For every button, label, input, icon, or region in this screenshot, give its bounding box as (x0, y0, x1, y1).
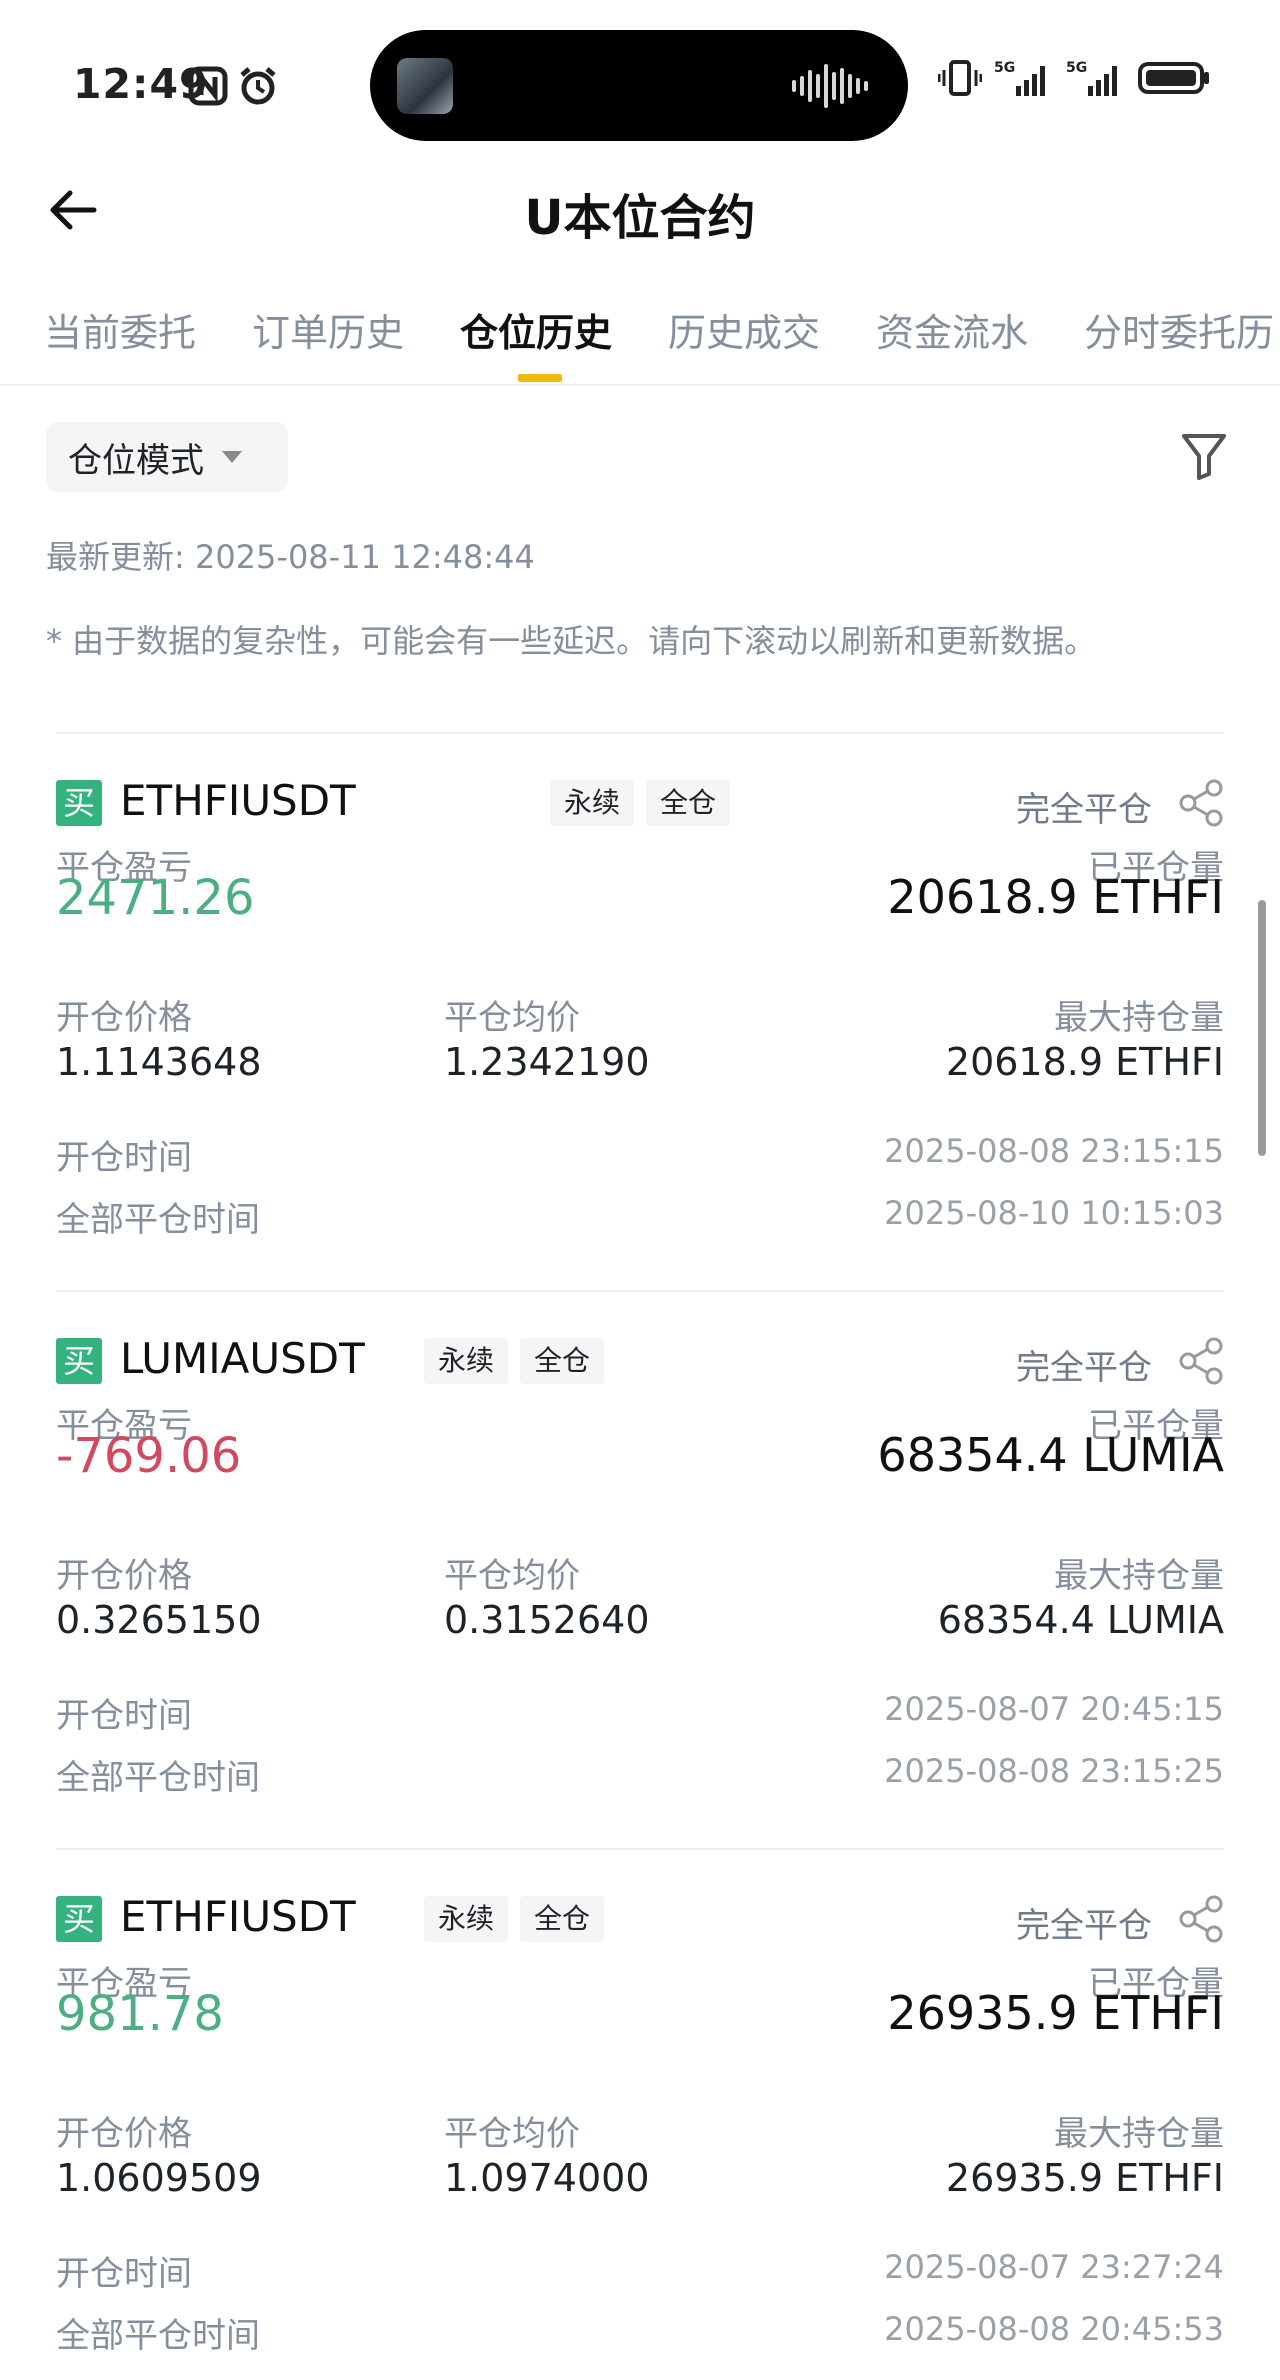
realized-pnl: 2471.26 (56, 870, 255, 926)
disclaimer-note: * 由于数据的复杂性，可能会有一些延迟。请向下滚动以刷新和更新数据。 (46, 622, 1097, 660)
signal-5g-icon: 5G (994, 60, 1045, 96)
margin-mode-tag: 全仓 (646, 780, 731, 826)
share-icon[interactable] (1178, 778, 1224, 828)
svg-text:5G: 5G (994, 60, 1015, 76)
open-price: 1.1143648 (56, 1040, 262, 1084)
close-time-label: 全部平仓时间 (56, 1758, 260, 1798)
closed-qty: 20618.9 ETHFI (887, 870, 1224, 924)
max-qty-label: 最大持仓量 (1054, 1556, 1224, 1596)
side-badge: 买 (56, 1896, 102, 1942)
close-avg-label: 平仓均价 (444, 2114, 580, 2154)
close-avg-price: 0.3152640 (444, 1598, 650, 1642)
contract-type-tag: 永续 (424, 1896, 509, 1942)
page-title: U本位合约 (524, 190, 756, 246)
media-thumbnail (397, 58, 453, 114)
tab-open-orders[interactable]: 当前委托 (44, 302, 196, 357)
share-icon[interactable] (1178, 1894, 1224, 1944)
position-card[interactable]: 买 ETHFIUSDT 永续 全仓 完全平仓 平仓盈亏 已平仓量 2471.26… (56, 732, 1224, 1290)
position-card[interactable]: 买 LUMIAUSDT 永续 全仓 完全平仓 平仓盈亏 已平仓量 -769.06… (56, 1290, 1224, 1848)
card-header: 买 ETHFIUSDT 永续 全仓 完全平仓 (56, 772, 1224, 832)
open-price-label: 开仓价格 (56, 1556, 192, 1596)
close-time: 2025-08-10 10:15:03 (884, 1194, 1224, 1232)
contract-type-tag: 永续 (424, 1338, 509, 1384)
page-header: U本位合约 (0, 160, 1280, 260)
open-time: 2025-08-07 23:27:24 (884, 2248, 1224, 2286)
close-avg-price: 1.0974000 (444, 2156, 650, 2200)
max-qty: 26935.9 ETHFI (945, 2156, 1224, 2200)
open-price-label: 开仓价格 (56, 998, 192, 1038)
tab-bar: 当前委托 订单历史 仓位历史 历史成交 资金流水 分时委托历 (0, 290, 1280, 386)
symbol: ETHFIUSDT (120, 1892, 356, 1941)
tab-order-history[interactable]: 订单历史 (252, 302, 404, 357)
filter-icon[interactable] (1180, 430, 1228, 482)
position-mode-label: 仓位模式 (68, 440, 204, 481)
close-time: 2025-08-08 23:15:25 (884, 1752, 1224, 1790)
status-right: 5G 5G (938, 58, 1210, 98)
realized-pnl: 981.78 (56, 1986, 224, 2042)
close-status: 完全平仓 (1016, 1348, 1152, 1388)
open-price-label: 开仓价格 (56, 2114, 192, 2154)
open-time-label: 开仓时间 (56, 2254, 192, 2294)
active-tab-indicator (518, 374, 562, 382)
alarm-icon (240, 67, 276, 105)
contract-type-tag: 永续 (550, 780, 635, 826)
caret-down-icon (222, 451, 242, 463)
symbol: ETHFIUSDT (120, 776, 356, 825)
close-time-label: 全部平仓时间 (56, 2316, 260, 2356)
open-price: 1.0609509 (56, 2156, 262, 2200)
max-qty: 68354.4 LUMIA (937, 1598, 1224, 1642)
tab-trade-history[interactable]: 历史成交 (668, 302, 820, 357)
realized-pnl: -769.06 (56, 1428, 242, 1484)
last-updated: 最新更新: 2025-08-11 12:48:44 (46, 538, 535, 576)
svg-text:5G: 5G (1066, 60, 1087, 76)
vibrate-icon (938, 60, 982, 96)
side-badge: 买 (56, 1338, 102, 1384)
open-price: 0.3265150 (56, 1598, 262, 1642)
close-time-label: 全部平仓时间 (56, 1200, 260, 1240)
closed-qty: 68354.4 LUMIA (877, 1428, 1224, 1482)
side-badge: 买 (56, 780, 102, 826)
max-qty: 20618.9 ETHFI (945, 1040, 1224, 1084)
card-header: 买 ETHFIUSDT 永续 全仓 完全平仓 (56, 1888, 1224, 1948)
open-time: 2025-08-08 23:15:15 (884, 1132, 1224, 1170)
open-time: 2025-08-07 20:45:15 (884, 1690, 1224, 1728)
closed-qty: 26935.9 ETHFI (887, 1986, 1224, 2040)
margin-mode-tag: 全仓 (520, 1896, 605, 1942)
open-time-label: 开仓时间 (56, 1696, 192, 1736)
tab-transactions[interactable]: 资金流水 (876, 302, 1028, 357)
dynamic-island (370, 30, 908, 141)
close-status: 完全平仓 (1016, 790, 1152, 830)
scrollbar[interactable] (1258, 900, 1266, 1156)
close-status: 完全平仓 (1016, 1906, 1152, 1946)
position-mode-dropdown[interactable]: 仓位模式 (46, 422, 288, 492)
close-time: 2025-08-08 20:45:53 (884, 2310, 1224, 2348)
margin-mode-tag: 全仓 (520, 1338, 605, 1384)
open-time-label: 开仓时间 (56, 1138, 192, 1178)
tab-twap-history[interactable]: 分时委托历 (1084, 302, 1274, 357)
close-avg-price: 1.2342190 (444, 1040, 650, 1084)
share-icon[interactable] (1178, 1336, 1224, 1386)
audio-wave-icon (792, 64, 868, 108)
tab-position-history[interactable]: 仓位历史 (460, 302, 612, 357)
status-bar: 12:49 5G 5G (0, 0, 1280, 170)
max-qty-label: 最大持仓量 (1054, 998, 1224, 1038)
position-card[interactable]: 买 ETHFIUSDT 永续 全仓 完全平仓 平仓盈亏 已平仓量 981.78 … (56, 1848, 1224, 2380)
nfc-icon (188, 66, 228, 106)
max-qty-label: 最大持仓量 (1054, 2114, 1224, 2154)
card-header: 买 LUMIAUSDT 永续 全仓 完全平仓 (56, 1330, 1224, 1390)
symbol: LUMIAUSDT (120, 1334, 365, 1383)
signal-5g-icon: 5G (1066, 60, 1117, 96)
close-avg-label: 平仓均价 (444, 1556, 580, 1596)
close-avg-label: 平仓均价 (444, 998, 580, 1038)
battery-icon (1138, 62, 1209, 94)
